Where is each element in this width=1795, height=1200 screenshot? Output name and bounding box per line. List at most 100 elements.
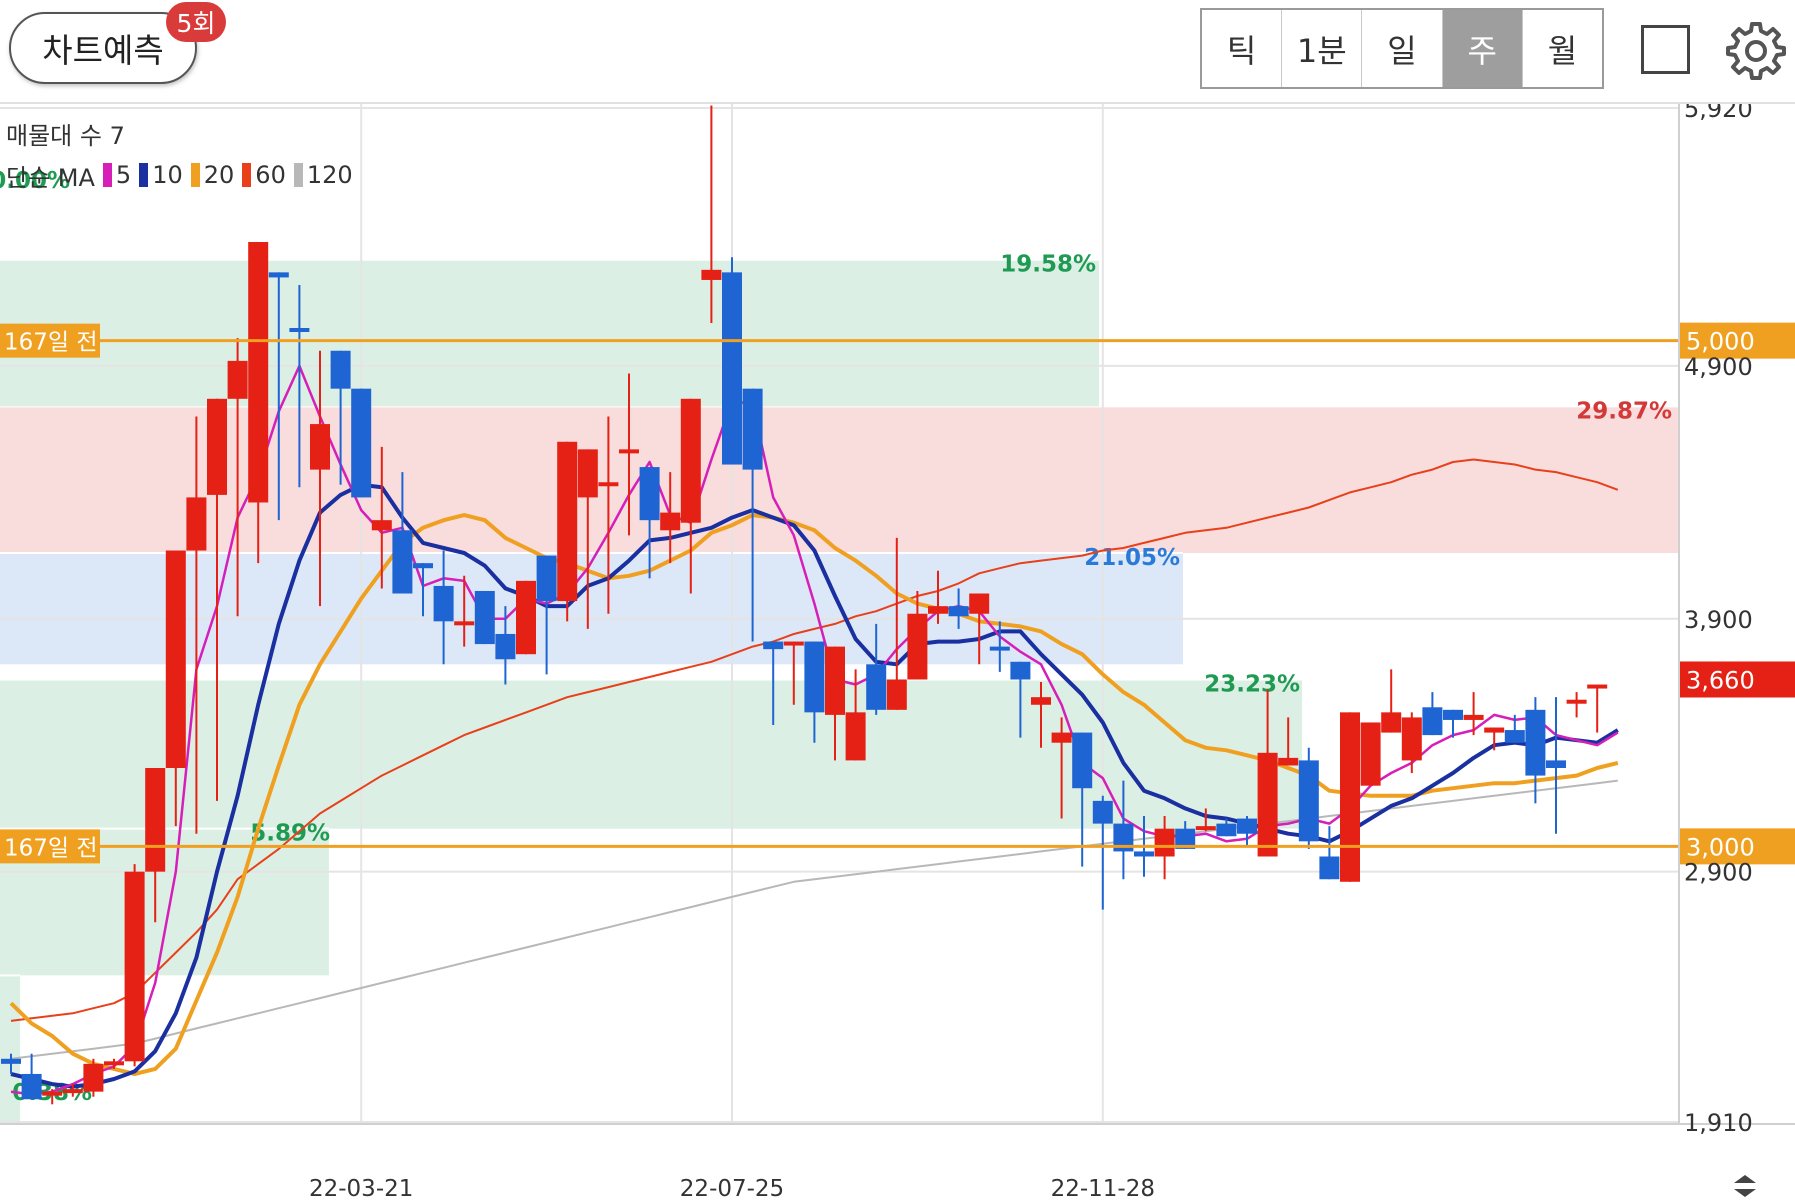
candle-down [722, 257, 742, 465]
reference-label: 167일 전 [4, 330, 98, 356]
candle-up [1463, 692, 1484, 736]
candle-body [886, 679, 907, 710]
candle-down [21, 1053, 42, 1100]
zone-percent-label: 21.05% [1084, 545, 1180, 571]
ma20-label: 20 [203, 161, 235, 189]
ma120-swatch [293, 163, 303, 187]
candle-body [104, 1061, 124, 1066]
candle-body [1381, 712, 1402, 733]
volume-zone [0, 259, 1100, 407]
reference-label: 167일 전 [4, 835, 98, 861]
candle-body [1525, 709, 1546, 776]
candle-body [763, 641, 784, 650]
candlestick-chart[interactable]: 29.87%21.05%19.58%23.23%5.89%0.38%0.00%1… [0, 104, 1795, 1200]
candle-body [804, 641, 825, 713]
y-tick-label: 2,900 [1684, 859, 1753, 887]
period-tabs: 틱 1분 일 주 월 [1200, 8, 1604, 89]
tab-1min[interactable]: 1분 [1282, 10, 1363, 87]
candle-body [1504, 730, 1525, 743]
zone-percent-label: 23.23% [1204, 671, 1300, 697]
zone-percent-label: 5.89% [250, 821, 330, 847]
volume-profile-legend: 매물대 수 7 [6, 112, 353, 154]
candle-up [516, 580, 536, 655]
ma-legend: 단순 MA 5 10 20 60 120 [6, 154, 353, 196]
candle-body [186, 497, 207, 551]
candle-down [1525, 697, 1546, 804]
candle-body [1546, 760, 1566, 768]
volume-profile-label: 매물대 수 7 [6, 121, 125, 150]
candle-down [1298, 747, 1319, 849]
candle-body [660, 512, 681, 531]
candle-body [289, 327, 310, 332]
candle-body [310, 424, 330, 470]
ma5-swatch [102, 163, 112, 187]
scroll-handle-icon[interactable] [1730, 1172, 1760, 1200]
candle-body [598, 482, 619, 487]
tab-month[interactable]: 월 [1523, 10, 1602, 87]
square-outline-icon[interactable] [1641, 25, 1690, 74]
candle-body [413, 563, 433, 569]
y-tick-label: 3,900 [1684, 606, 1753, 634]
candle-up [1381, 669, 1402, 733]
candle-body [1134, 851, 1154, 857]
candle-up [124, 864, 145, 1067]
candle-body [124, 871, 145, 1062]
candle-up [1360, 722, 1381, 786]
zone-percent-label: 29.87% [1576, 398, 1672, 424]
candle-up [83, 1058, 104, 1097]
ma60-label: 60 [255, 161, 286, 189]
candle-body [866, 664, 887, 710]
time-axis-band [0, 1124, 1795, 1200]
candle-body [21, 1073, 42, 1100]
candle-up [557, 441, 578, 622]
candle-down [1092, 795, 1113, 910]
candle-body [1278, 757, 1299, 766]
candle-body [1195, 826, 1216, 831]
candle-body [474, 590, 495, 645]
candle-body [701, 269, 722, 280]
chart-predict-label: 차트예측 [42, 31, 164, 70]
candle-body [268, 272, 289, 278]
candle-body [639, 467, 660, 521]
candle-body [495, 633, 516, 660]
candle-body [948, 606, 969, 617]
chart-area[interactable]: 29.87%21.05%19.58%23.23%5.89%0.38%0.00%1… [0, 104, 1795, 1200]
candle-body [330, 350, 351, 389]
tab-day[interactable]: 일 [1362, 10, 1443, 87]
candle-body [1422, 707, 1443, 736]
chart-legend: 매물대 수 7 단순 MA 5 10 20 60 120 [6, 112, 353, 196]
candle-body [1443, 709, 1463, 720]
ma120-label: 120 [306, 161, 353, 189]
candle-body [1216, 823, 1237, 837]
candle-body [680, 398, 701, 523]
candle-body [742, 388, 763, 470]
y-tick-label: 5,920 [1684, 104, 1753, 123]
candle-body [83, 1063, 104, 1092]
candle-body [557, 441, 578, 602]
ma10-swatch [139, 163, 149, 187]
candle-body [42, 1091, 63, 1096]
candle-body [1298, 760, 1319, 842]
candle-down [474, 590, 495, 645]
candle-body [1051, 732, 1072, 743]
reference-price-label: 5,000 [1686, 328, 1755, 356]
candle-body [165, 550, 186, 768]
gear-icon[interactable] [1726, 20, 1786, 80]
candle-body [1237, 818, 1257, 834]
chart-header: 차트예측 5회 틱 1분 일 주 월 [0, 0, 1795, 100]
candle-body [825, 646, 845, 715]
candle-up [1401, 712, 1422, 774]
candle-body [1154, 828, 1175, 857]
candle-body [1031, 697, 1051, 705]
candle-body [248, 242, 269, 503]
candle-up [1340, 712, 1360, 882]
tab-week[interactable]: 주 [1442, 10, 1523, 87]
x-tick-label: 22-07-25 [680, 1176, 784, 1200]
predict-count-badge: 5회 [166, 2, 226, 42]
candle-up [1587, 684, 1608, 733]
tab-tick[interactable]: 틱 [1202, 10, 1283, 87]
candle-body [619, 449, 639, 454]
candle-body [1360, 722, 1381, 786]
candle-body [371, 520, 392, 531]
ma60-swatch [242, 163, 252, 187]
